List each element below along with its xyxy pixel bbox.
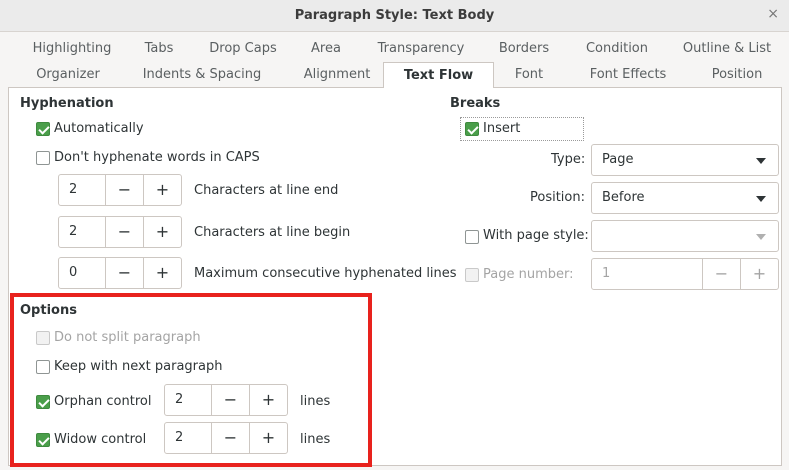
break-type-value: Page [602, 152, 634, 167]
hyphenation-heading: Hyphenation [20, 96, 114, 111]
chevron-down-icon [756, 158, 766, 164]
break-type-label: Type: [551, 152, 586, 167]
dont-hyphenate-caps-checkbox[interactable] [36, 151, 50, 165]
page-number-minus-button[interactable]: − [702, 259, 740, 289]
tab-alignment[interactable]: Alignment [290, 62, 384, 88]
tab-organizer[interactable]: Organizer [26, 62, 110, 88]
page-number-plus-button[interactable]: + [740, 259, 778, 289]
chars-line-begin-plus-button[interactable]: + [143, 217, 181, 247]
title-bar: Paragraph Style: Text Body × [0, 0, 789, 32]
chars-line-begin-value[interactable]: 2 [59, 217, 105, 247]
chars-line-end-plus-button[interactable]: + [143, 175, 181, 205]
tab-transparency[interactable]: Transparency [366, 36, 476, 62]
close-icon[interactable]: × [767, 6, 779, 22]
tab-area[interactable]: Area [300, 36, 352, 62]
tab-font[interactable]: Font [504, 62, 554, 88]
page-number-value[interactable]: 1 [592, 259, 702, 289]
chevron-down-icon [756, 234, 766, 240]
dont-hyphenate-caps-label[interactable]: Don't hyphenate words in CAPS [54, 150, 260, 165]
tab-row-1: Highlighting Tabs Drop Caps Area Transpa… [8, 36, 782, 62]
page-number-stepper[interactable]: 1 − + [591, 258, 779, 290]
chars-line-end-minus-button[interactable]: − [105, 175, 143, 205]
window-title: Paragraph Style: Text Body [294, 8, 495, 23]
breaks-heading: Breaks [450, 96, 501, 111]
with-page-style-label[interactable]: With page style: [483, 228, 589, 243]
max-hyphenated-lines-minus-button[interactable]: − [105, 258, 143, 288]
chars-line-end-stepper[interactable]: 2 − + [58, 174, 182, 206]
automatically-label[interactable]: Automatically [54, 121, 144, 136]
insert-break-label[interactable]: Insert [483, 121, 520, 136]
break-position-value: Before [602, 190, 645, 205]
break-type-select[interactable]: Page [591, 144, 779, 176]
break-position-label: Position: [530, 190, 585, 205]
max-hyphenated-lines-plus-button[interactable]: + [143, 258, 181, 288]
tab-tabs[interactable]: Tabs [134, 36, 184, 62]
tab-drop-caps[interactable]: Drop Caps [198, 36, 288, 62]
tab-font-effects[interactable]: Font Effects [578, 62, 678, 88]
tab-position[interactable]: Position [700, 62, 774, 88]
tab-outline-list[interactable]: Outline & List [672, 36, 782, 62]
tab-text-flow[interactable]: Text Flow [383, 62, 494, 89]
tab-indents-spacing[interactable]: Indents & Spacing [132, 62, 272, 88]
break-position-select[interactable]: Before [591, 182, 779, 214]
max-hyphenated-lines-value[interactable]: 0 [59, 258, 105, 288]
tab-row-2: Organizer Indents & Spacing Alignment Te… [8, 62, 782, 89]
automatically-checkbox[interactable] [36, 122, 50, 136]
tab-borders[interactable]: Borders [486, 36, 562, 62]
chars-line-begin-minus-button[interactable]: − [105, 217, 143, 247]
page-number-checkbox[interactable] [465, 268, 479, 282]
with-page-style-checkbox[interactable] [465, 230, 479, 244]
chars-line-begin-stepper[interactable]: 2 − + [58, 216, 182, 248]
page-style-select[interactable] [591, 220, 779, 252]
options-highlight-box [10, 293, 372, 467]
chars-line-end-value[interactable]: 2 [59, 175, 105, 205]
insert-break-checkbox[interactable] [465, 122, 479, 136]
chars-line-begin-label: Characters at line begin [194, 225, 351, 240]
chevron-down-icon [756, 196, 766, 202]
max-hyphenated-lines-label: Maximum consecutive hyphenated lines [194, 266, 457, 281]
max-hyphenated-lines-stepper[interactable]: 0 − + [58, 257, 182, 289]
tab-highlighting[interactable]: Highlighting [22, 36, 122, 62]
tab-condition[interactable]: Condition [574, 36, 660, 62]
chars-line-end-label: Characters at line end [194, 183, 339, 198]
page-number-label[interactable]: Page number: [483, 267, 574, 282]
